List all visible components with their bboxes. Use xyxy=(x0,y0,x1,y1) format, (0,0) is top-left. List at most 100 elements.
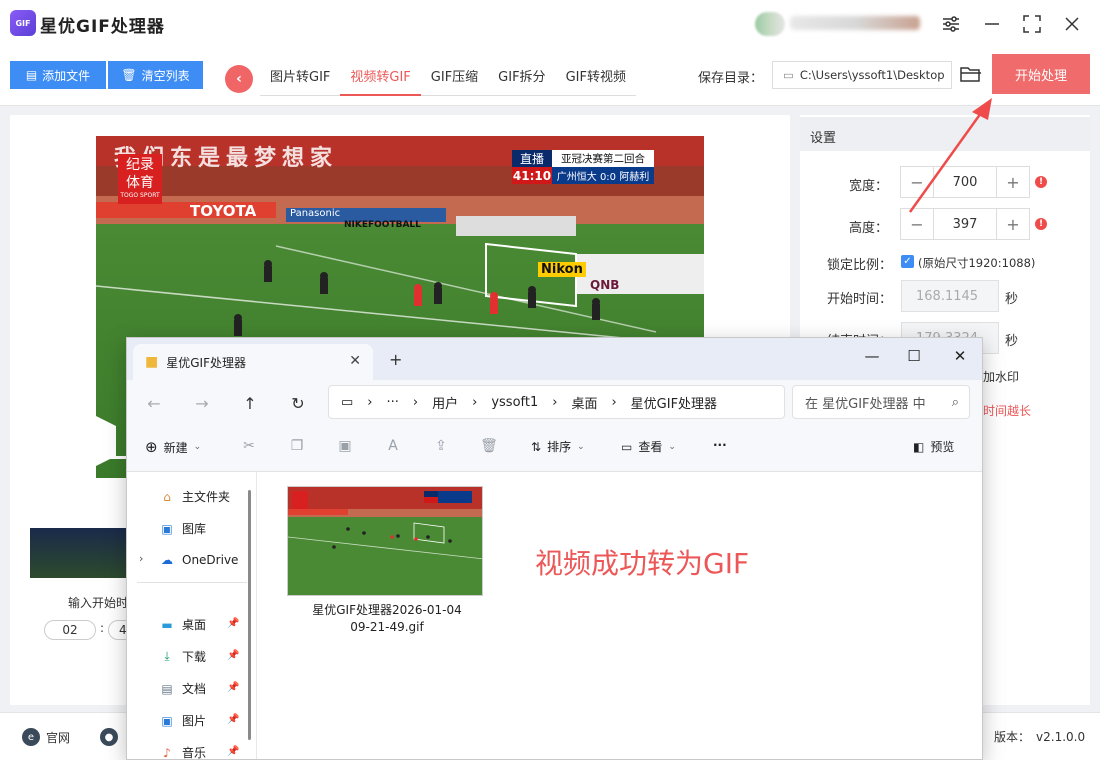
add-file-label: 添加文件 xyxy=(42,68,91,83)
chat-link[interactable]: ● xyxy=(100,728,118,746)
sort-icon: ⇅ xyxy=(531,439,542,454)
close-icon[interactable] xyxy=(1058,10,1086,38)
live-tag: 直播 xyxy=(512,150,552,167)
breadcrumb-chevron-icon: › xyxy=(472,394,478,410)
folder-icon: ■ xyxy=(145,354,159,370)
start-time-input[interactable]: 168.1145 xyxy=(901,280,999,312)
nav-label: 主文件夹 xyxy=(182,490,231,504)
video-thumbnail[interactable] xyxy=(30,528,126,578)
forward-arrow-icon[interactable]: → xyxy=(189,390,215,416)
avatar[interactable] xyxy=(755,12,785,36)
nav-divider xyxy=(137,582,247,583)
cloud-icon: ☁ xyxy=(161,553,173,567)
breadcrumb-item[interactable]: yssoft1 xyxy=(491,395,538,410)
official-site-link[interactable]: e 官网 xyxy=(22,728,70,746)
new-button[interactable]: ⊕ 新建 ⌄ xyxy=(145,438,201,456)
sort-button[interactable]: ⇅ 排序 ⌄ xyxy=(531,438,585,455)
open-folder-icon[interactable] xyxy=(960,64,982,86)
tab-gif-split[interactable]: GIF拆分 xyxy=(488,58,555,96)
nav-item-pictures[interactable]: ▣ 图片 xyxy=(159,712,206,729)
explorer-maximize-icon[interactable]: ☐ xyxy=(899,344,929,368)
delete-icon[interactable]: 🗑 xyxy=(479,436,499,456)
breadcrumb-item[interactable]: 星优GIF处理器 xyxy=(631,393,717,412)
tab-close-icon[interactable]: ✕ xyxy=(349,353,361,369)
view-button[interactable]: ▭ 查看 ⌄ xyxy=(621,438,676,455)
breadcrumb-chevron-icon: › xyxy=(611,394,617,410)
nav-scrollbar[interactable] xyxy=(248,490,251,740)
explorer-tab[interactable]: ■ 星优GIF处理器 ✕ xyxy=(133,344,373,380)
refresh-icon[interactable]: ↻ xyxy=(285,390,311,416)
tab-video-to-gif[interactable]: 视频转GIF xyxy=(340,58,421,96)
chevron-down-icon: ⌄ xyxy=(193,442,202,452)
add-file-button[interactable]: ▤ 添加文件 xyxy=(10,61,106,89)
address-bar[interactable]: ▭ › ··· › 用户 › yssoft1 › 桌面 › 星优GIF处理器 xyxy=(328,385,785,419)
lock-ratio-checkbox[interactable]: ✓ xyxy=(901,255,914,268)
gif-file-thumbnail[interactable] xyxy=(287,486,483,596)
more-dots-icon[interactable]: ··· xyxy=(387,395,399,410)
start-process-button[interactable]: 开始处理 xyxy=(992,54,1090,94)
duration-warning-partial: 时间越长 xyxy=(983,404,1032,418)
explorer-search-input[interactable]: 在 星优GIF处理器 中 ⌕ xyxy=(792,385,970,419)
breadcrumb-item[interactable]: 用户 xyxy=(432,393,458,412)
match-clock: 41:10 xyxy=(512,167,552,184)
height-label: 高度： xyxy=(848,221,888,236)
breadcrumb-chevron-icon: › xyxy=(552,394,558,410)
cut-icon[interactable]: ✂ xyxy=(239,436,259,456)
minimize-icon[interactable] xyxy=(978,10,1006,38)
fullscreen-icon[interactable] xyxy=(1018,10,1046,38)
share-icon[interactable]: ⇪ xyxy=(431,436,451,456)
nav-item-onedrive[interactable]: ☁ OneDrive xyxy=(159,552,238,568)
music-icon: ♪ xyxy=(163,745,171,760)
settings-sliders-icon[interactable] xyxy=(937,10,965,38)
paste-icon[interactable]: ▣ xyxy=(335,436,355,456)
save-dir-input[interactable]: ▭ C:\Users\yssoft1\Desktop xyxy=(772,61,952,89)
explorer-close-icon[interactable]: ✕ xyxy=(945,344,975,368)
pin-icon[interactable]: 📌 xyxy=(227,682,239,693)
breadcrumb-item[interactable]: 桌面 xyxy=(571,393,597,412)
chevron-left-icon[interactable]: ‹ xyxy=(225,65,253,93)
nav-item-gallery[interactable]: ▣ 图库 xyxy=(159,520,206,537)
expand-chevron-icon[interactable]: › xyxy=(139,552,143,565)
clear-list-button[interactable]: 🗑 清空列表 xyxy=(108,61,203,89)
pin-icon[interactable]: 📌 xyxy=(227,714,239,725)
explorer-tab-bar: ■ 星优GIF处理器 ✕ + — ☐ ✕ xyxy=(127,338,982,380)
nav-item-desktop[interactable]: ▬ 桌面 xyxy=(159,616,206,633)
rename-icon[interactable]: A xyxy=(383,436,403,456)
tab-gif-to-video[interactable]: GIF转视频 xyxy=(556,58,636,96)
nav-item-home[interactable]: ⌂ 主文件夹 xyxy=(159,488,230,505)
preview-button[interactable]: ◧ 预览 xyxy=(913,438,954,455)
width-warning-icon[interactable]: ! xyxy=(1035,176,1047,188)
user-info-blurred[interactable] xyxy=(790,16,920,30)
chevron-down-icon: ⌄ xyxy=(577,441,585,452)
file-icon: ▤ xyxy=(25,68,38,82)
explorer-minimize-icon[interactable]: — xyxy=(857,344,887,368)
copy-icon[interactable]: ❐ xyxy=(287,436,307,456)
nav-item-documents[interactable]: ▤ 文档 xyxy=(159,680,206,697)
channel-logo: 纪录 体育 TOGO SPORT xyxy=(118,154,162,204)
more-options-icon[interactable]: ··· xyxy=(713,438,727,452)
plus-circle-icon: ⊕ xyxy=(145,438,158,456)
tab-image-to-gif[interactable]: 图片转GIF xyxy=(260,58,340,96)
up-arrow-icon[interactable]: ↑ xyxy=(237,390,263,416)
nav-label: 音乐 xyxy=(182,746,207,760)
explorer-command-bar: ⊕ 新建 ⌄ ✂ ❐ ▣ A ⇪ 🗑 ⇅ 排序 ⌄ ▭ 查看 ⌄ ··· ◧ 预… xyxy=(127,424,982,472)
preview-pane-icon: ◧ xyxy=(913,439,925,454)
gif-file-name[interactable]: 星优GIF处理器2026-01-04 09-21-49.gif xyxy=(297,602,477,636)
pin-icon[interactable]: 📌 xyxy=(227,746,239,757)
sponsor-qnb: QNB xyxy=(590,278,620,292)
nav-item-music[interactable]: ♪ 音乐 xyxy=(159,744,206,760)
pin-icon[interactable]: 📌 xyxy=(227,650,239,661)
nav-label: 图片 xyxy=(182,714,207,728)
nav-item-downloads[interactable]: ⤓ 下载 xyxy=(159,648,206,665)
pin-icon[interactable]: 📌 xyxy=(227,618,239,629)
nav-label: 桌面 xyxy=(182,618,207,632)
tab-gif-compress[interactable]: GIF压缩 xyxy=(421,58,488,96)
start-hour-input[interactable]: 02 xyxy=(44,620,96,640)
start-time-unit: 秒 xyxy=(1005,292,1019,307)
download-icon: ⤓ xyxy=(164,649,170,663)
new-tab-icon[interactable]: + xyxy=(389,350,402,369)
height-warning-icon[interactable]: ! xyxy=(1035,218,1047,230)
navigation-pane: ⌂ 主文件夹 ▣ 图库 › ☁ OneDrive ▬ 桌面 📌 ⤓ 下载 📌 ▤ 文档 📌 xyxy=(127,472,257,760)
nav-label: OneDrive xyxy=(182,553,239,567)
back-arrow-icon[interactable]: ← xyxy=(141,390,167,416)
